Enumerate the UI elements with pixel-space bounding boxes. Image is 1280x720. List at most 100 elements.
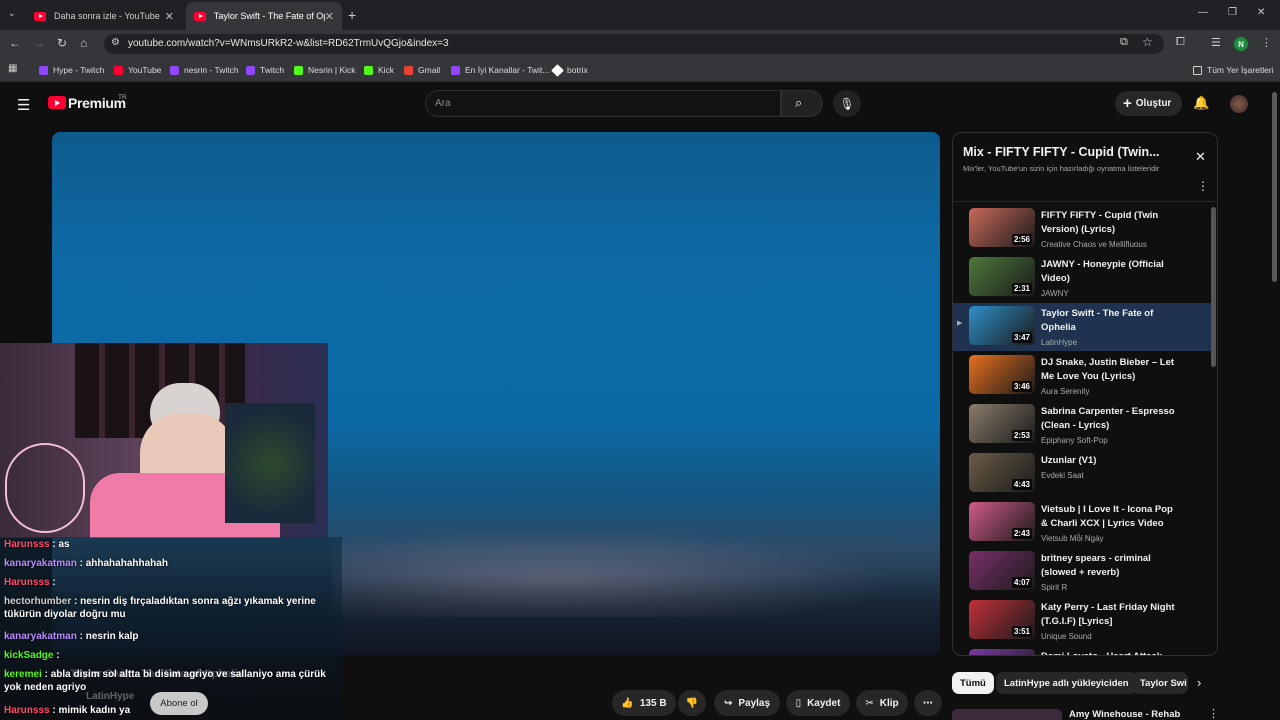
bookmark-label: botrix xyxy=(567,65,588,75)
playlist-scrollbar[interactable] xyxy=(1211,207,1216,367)
playlist-item[interactable]: 2:53 Sabrina Carpenter - Espresso (Clean … xyxy=(953,401,1211,449)
new-tab-plus-icon[interactable]: + xyxy=(348,7,356,23)
extensions-icon[interactable]: ⧠ xyxy=(1176,36,1185,49)
playlist-item[interactable]: 2:31 JAWNY - Honeypie (Official Video) JAW… xyxy=(953,254,1211,302)
search-button[interactable]: ⌕ xyxy=(781,90,823,117)
playlist-item-title[interactable]: Taylor Swift - The Fate of Ophelia xyxy=(1041,307,1181,334)
chip-taylor-swift[interactable]: Taylor Swi xyxy=(1132,672,1188,694)
playlist-item-thumbnail[interactable]: 3:47 xyxy=(969,306,1035,345)
playlist-item-title[interactable]: Katy Perry - Last Friday Night (T.G.I.F)… xyxy=(1041,601,1181,628)
chat-text: : as xyxy=(49,539,70,550)
playlist-item-thumbnail[interactable]: 3:46 xyxy=(969,355,1035,394)
voice-search-mic-icon[interactable]: 🎙 xyxy=(833,90,861,117)
tab-watch-later[interactable]: Daha sonra izle - YouTube ✕ xyxy=(26,2,182,30)
bookmark-item[interactable]: Hype - Twitch xyxy=(39,62,104,78)
playlist-item-thumbnail[interactable]: 2:56 xyxy=(969,208,1035,247)
search-input[interactable]: Ara xyxy=(425,90,781,117)
playlist-item-title[interactable]: britney spears - criminal (slowed + reve… xyxy=(1041,552,1181,579)
playlist-item-title[interactable]: JAWNY - Honeypie (Official Video) xyxy=(1041,258,1181,285)
page-scrollbar[interactable] xyxy=(1272,92,1277,282)
tab-search-chevron-icon[interactable]: ⌄ xyxy=(8,8,16,19)
playlist-item-thumbnail[interactable]: 4:07 xyxy=(969,551,1035,590)
profile-avatar[interactable]: N xyxy=(1234,37,1248,51)
reload-icon[interactable]: ↻ xyxy=(57,36,67,50)
bookmark-item[interactable]: Kick xyxy=(364,62,394,78)
youtube-logo-icon[interactable] xyxy=(48,96,66,109)
tab-close-icon[interactable]: ✕ xyxy=(325,10,334,23)
playlist-item-title[interactable]: Demi Lovato - Heart Attack xyxy=(1041,650,1181,655)
subscribe-button[interactable]: Abone ol xyxy=(150,692,208,715)
share-button[interactable]: ↪ Paylaş xyxy=(714,690,780,716)
more-actions-icon[interactable]: ⋯ xyxy=(914,690,942,716)
bookmark-item[interactable]: Nesrin | Kick xyxy=(294,62,356,78)
channel-name[interactable]: LatinHype xyxy=(86,691,134,702)
playlist-item[interactable]: Demi Lovato - Heart Attack xyxy=(953,646,1211,655)
home-icon[interactable]: ⌂ xyxy=(80,36,87,50)
forward-arrow-icon[interactable]: → xyxy=(33,36,45,50)
clip-label: Klip xyxy=(879,697,899,709)
bookmark-item[interactable]: nesrin - Twitch xyxy=(170,62,239,78)
video-duration: 3:46 xyxy=(1011,381,1032,392)
reading-list-icon[interactable]: ☰ xyxy=(1211,36,1221,49)
next-video-thumbnail[interactable] xyxy=(952,709,1062,720)
playlist-item[interactable]: 2:43 Vietsub | I Love It - Icona Pop & Ch… xyxy=(953,499,1211,547)
chat-username: kickSadge xyxy=(4,650,54,661)
bookmark-item[interactable]: Twitch xyxy=(246,62,284,78)
playlist-title[interactable]: Mix - FIFTY FIFTY - Cupid (Twin... xyxy=(963,145,1160,159)
bookmark-item[interactable]: Gmail xyxy=(404,62,440,78)
bookmark-item[interactable]: En İyi Kanallar - Twit... xyxy=(451,62,549,78)
playlist-item-thumbnail[interactable] xyxy=(969,649,1035,655)
site-info-icon[interactable]: ⚙ xyxy=(111,37,120,48)
url-text[interactable]: youtube.com/watch?v=WNmsURkR2-w&list=RD6… xyxy=(128,38,449,49)
tab-close-icon[interactable]: ✕ xyxy=(165,10,174,23)
playlist-item[interactable]: 4:07 britney spears - criminal (slowed + … xyxy=(953,548,1211,596)
playlist-item[interactable]: 2:56 FIFTY FIFTY - Cupid (Twin Version) (… xyxy=(953,205,1211,253)
bookmark-item[interactable]: botrix xyxy=(551,62,588,78)
playlist-item-thumbnail[interactable]: 2:43 xyxy=(969,502,1035,541)
install-app-icon[interactable]: ⧉ xyxy=(1120,36,1128,49)
minimize-icon[interactable]: — xyxy=(1198,7,1208,18)
bookmark-star-icon[interactable]: ☆ xyxy=(1142,35,1153,49)
playlist-item[interactable]: 3:46 DJ Snake, Justin Bieber – Let Me Lov… xyxy=(953,352,1211,400)
dislike-button[interactable]: 👎 xyxy=(678,690,706,716)
create-button[interactable]: + Oluştur xyxy=(1115,91,1182,116)
video-overlay-title: Taylor Swift - The Fate of Ophelia xyxy=(70,668,244,680)
playlist-item-title[interactable]: DJ Snake, Justin Bieber – Let Me Love Yo… xyxy=(1041,356,1181,383)
chip-from-uploader[interactable]: LatinHype adlı yükleyiciden xyxy=(996,672,1137,694)
chip-all[interactable]: Tümü xyxy=(952,672,994,694)
playlist-menu-icon[interactable]: ⋮ xyxy=(1197,179,1209,193)
hamburger-menu-icon[interactable]: ☰ xyxy=(17,96,30,114)
tab-taylor-swift[interactable]: Taylor Swift - The Fate of Ophelia ✕ xyxy=(186,2,342,30)
playlist-item[interactable]: ▶ 3:47 Taylor Swift - The Fate of Ophelia L… xyxy=(953,303,1211,351)
account-avatar[interactable] xyxy=(1230,95,1248,113)
all-bookmarks[interactable]: Tüm Yer İşaretleri xyxy=(1193,62,1274,78)
playlist-item-thumbnail[interactable]: 2:53 xyxy=(969,404,1035,443)
close-playlist-icon[interactable]: ✕ xyxy=(1195,149,1206,165)
back-arrow-icon[interactable]: ← xyxy=(9,36,21,50)
playlist-item-title[interactable]: Uzunlar (V1) xyxy=(1041,454,1181,468)
playlist-item-title[interactable]: FIFTY FIFTY - Cupid (Twin Version) (Lyri… xyxy=(1041,209,1181,236)
next-video-menu-icon[interactable]: ⋮ xyxy=(1208,707,1219,720)
playlist-item[interactable]: 4:43 Uzunlar (V1) Evdeki Saat xyxy=(953,450,1211,498)
playlist-item[interactable]: 3:51 Katy Perry - Last Friday Night (T.G.… xyxy=(953,597,1211,645)
next-video-title[interactable]: Amy Winehouse - Rehab xyxy=(1069,709,1180,720)
search-placeholder: Ara xyxy=(435,98,451,109)
like-button[interactable]: 👍 135 B xyxy=(612,690,676,716)
playlist-item-thumbnail[interactable]: 3:51 xyxy=(969,600,1035,639)
mascot-sticker xyxy=(5,443,85,533)
save-button[interactable]: ▯ Kaydet xyxy=(786,690,850,716)
now-playing-indicator-icon: ▶ xyxy=(957,320,963,327)
notifications-bell-icon[interactable]: 🔔 xyxy=(1193,95,1209,111)
playlist-item-thumbnail[interactable]: 2:31 xyxy=(969,257,1035,296)
clip-button[interactable]: ✂ Klip xyxy=(856,690,908,716)
apps-grid-icon[interactable]: ▦ xyxy=(8,63,17,74)
playlist-item-channel: Unique Sound xyxy=(1041,632,1092,641)
playlist-item-title[interactable]: Sabrina Carpenter - Espresso (Clean - Ly… xyxy=(1041,405,1181,432)
browser-menu-icon[interactable]: ⋮ xyxy=(1261,36,1272,49)
maximize-icon[interactable]: ❐ xyxy=(1228,7,1237,18)
playlist-item-thumbnail[interactable]: 4:43 xyxy=(969,453,1035,492)
window-close-icon[interactable]: ✕ xyxy=(1257,7,1265,18)
chips-next-chevron-icon[interactable]: › xyxy=(1197,675,1201,690)
playlist-item-title[interactable]: Vietsub | I Love It - Icona Pop & Charli… xyxy=(1041,503,1181,530)
bookmark-item[interactable]: YouTube xyxy=(114,62,161,78)
